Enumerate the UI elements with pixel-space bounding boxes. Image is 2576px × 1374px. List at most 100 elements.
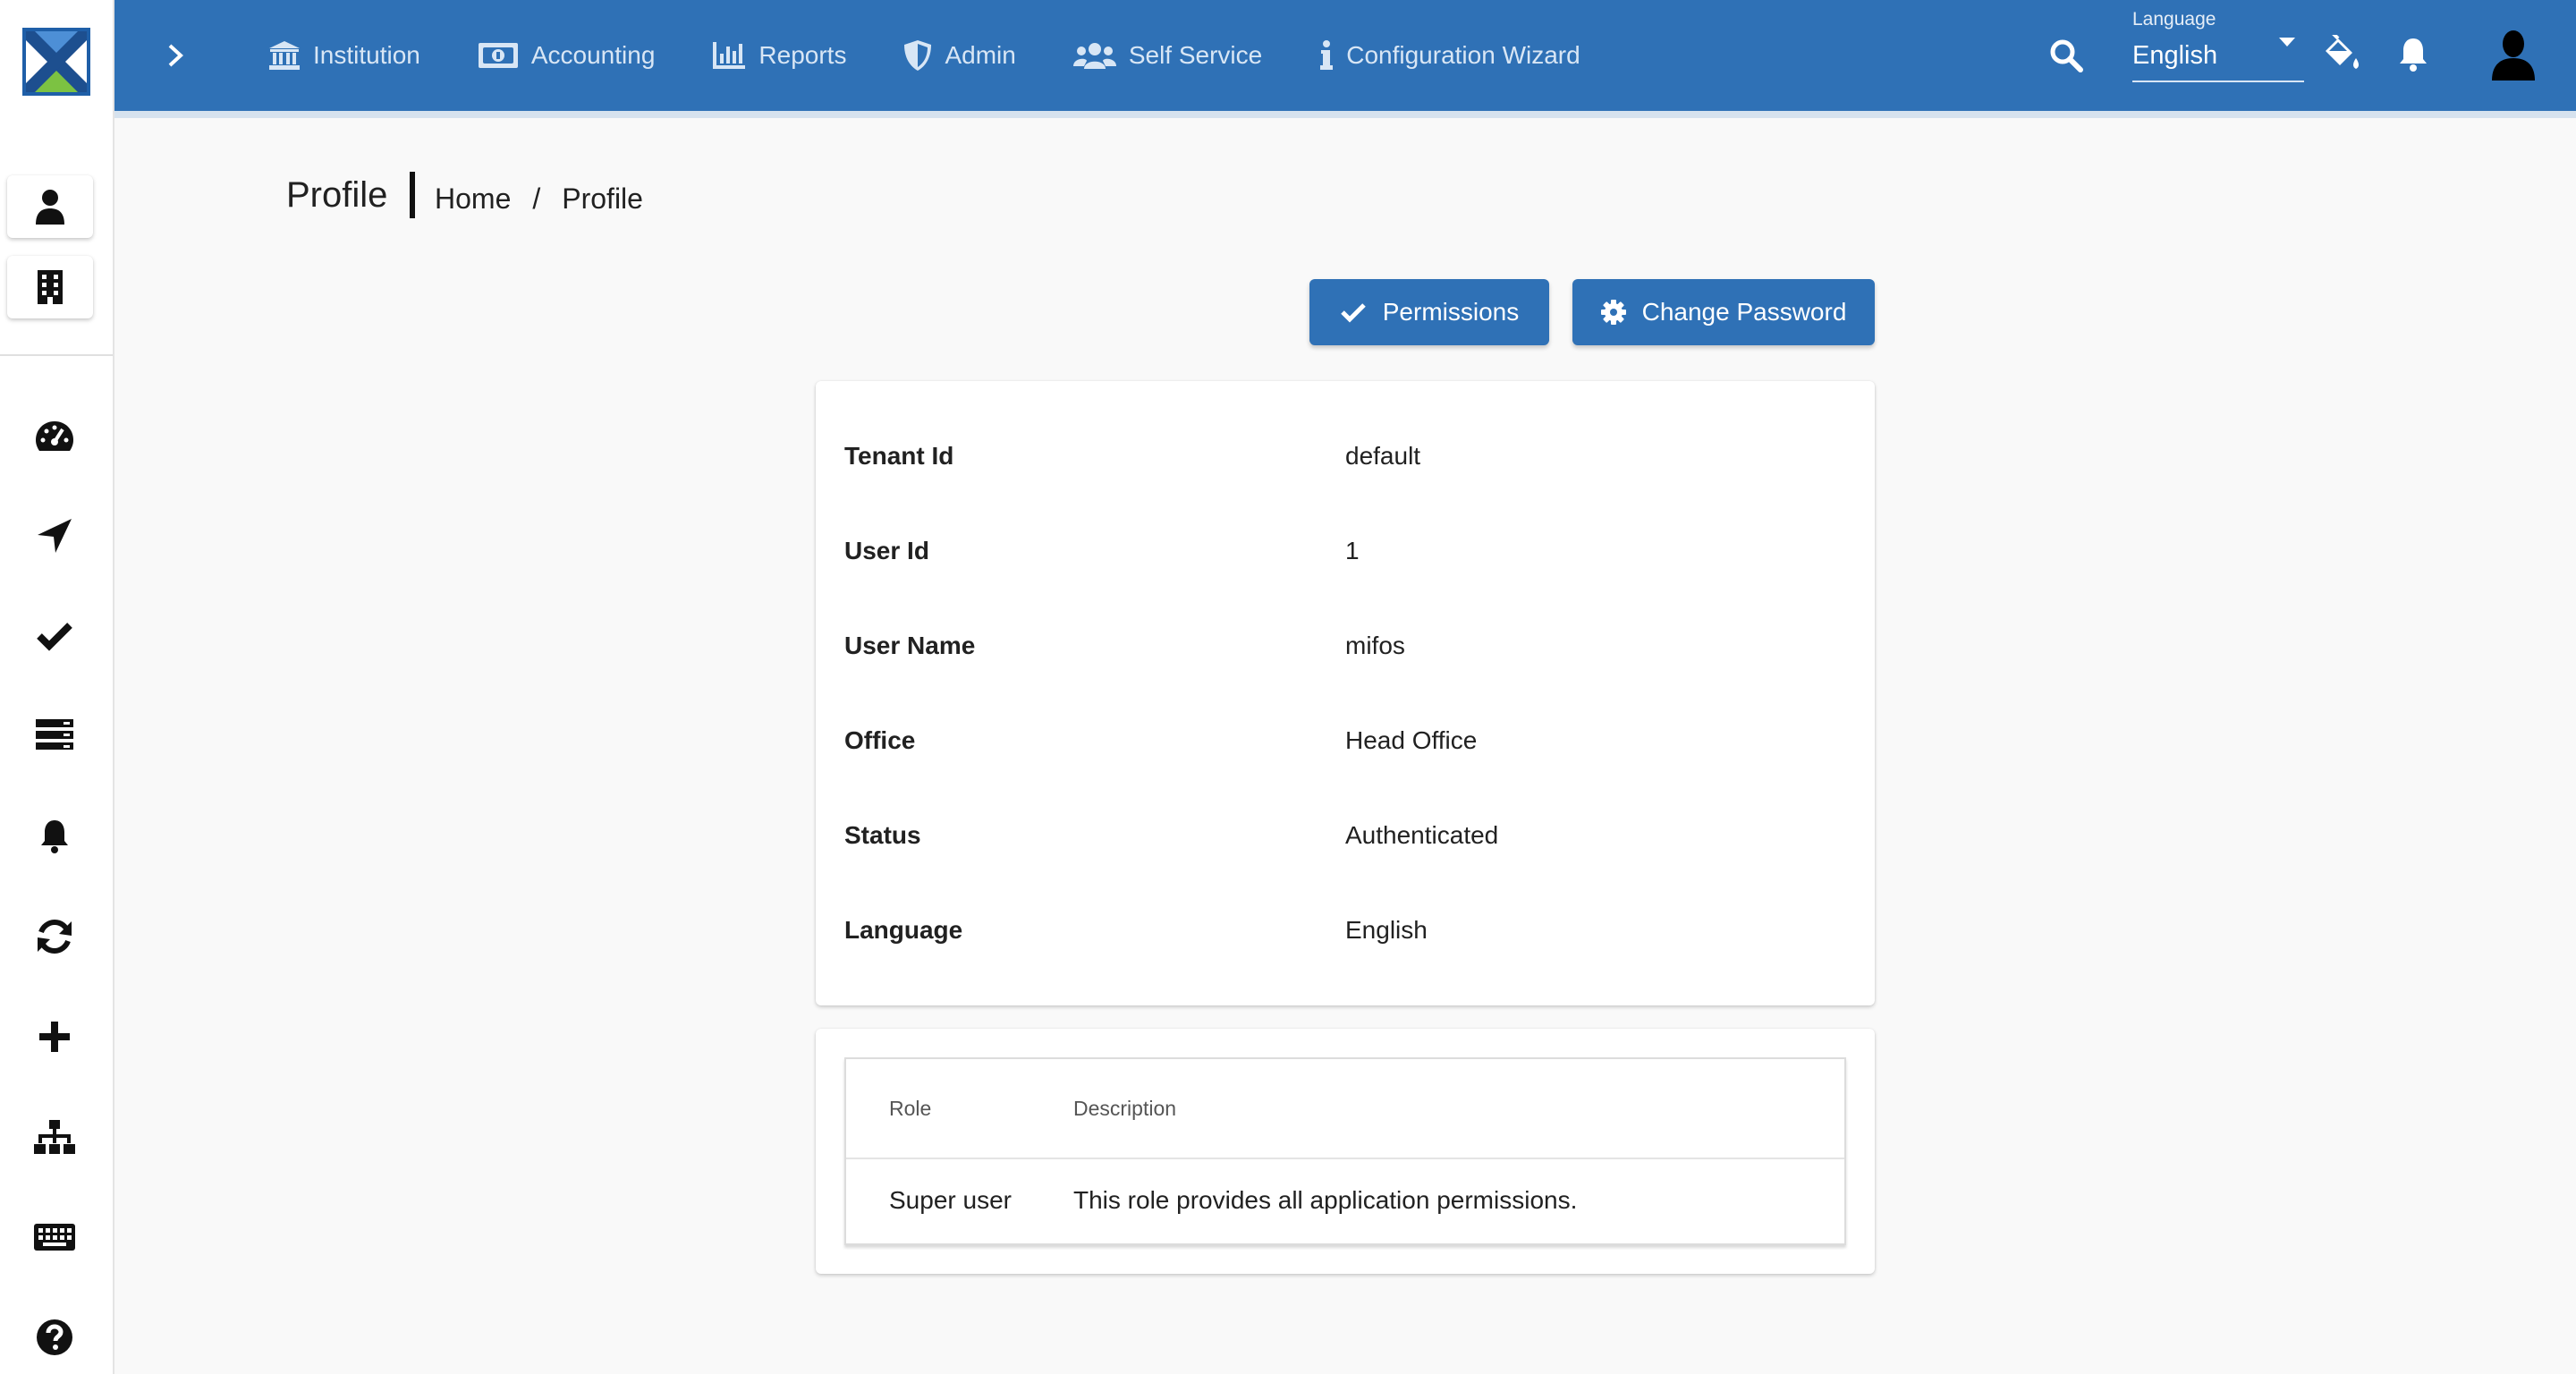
nav-accounting[interactable]: Accounting [478,0,656,111]
shield-icon [904,40,932,71]
sidebar-profile-button[interactable] [7,175,93,238]
change-password-button[interactable]: Change Password [1572,279,1875,345]
nav-accounting-label: Accounting [530,41,656,69]
language-select[interactable]: Language English [2132,9,2304,82]
dashboard-gauge-icon [36,421,73,451]
nav-configuration-wizard[interactable]: Configuration Wizard [1319,0,1580,111]
sidebar-navigation[interactable] [21,503,88,569]
sidebar-checker-inbox[interactable] [21,603,88,669]
main-nav: Institution Accounting Reports Admin Sel… [268,0,1638,111]
notifications-button[interactable] [2394,34,2433,75]
chevron-right-icon [168,44,183,67]
search-button[interactable] [2045,34,2088,77]
language-select-value: English [2132,41,2218,70]
theme-button[interactable] [2318,32,2363,77]
breadcrumb: Home / Profile [435,182,643,216]
profile-row-status: Status Authenticated [844,821,1846,866]
sidebar [0,123,114,1374]
expand-sidebar-button[interactable] [150,30,200,81]
sidebar-office-button[interactable] [7,256,93,318]
change-password-button-label: Change Password [1641,298,1847,326]
profile-key: User Name [844,632,976,659]
search-icon [2050,39,2083,72]
profile-row-user-id: User Id 1 [844,537,1846,581]
profile-details-card: Tenant Id default User Id 1 User Name mi… [816,381,1875,1005]
sitemap-icon [34,1120,75,1154]
info-icon [1320,40,1334,70]
app-logo[interactable] [0,0,114,123]
mifos-logo-icon [22,28,90,96]
paint-bucket-icon [2326,35,2359,69]
keyboard-icon [34,1224,75,1251]
nav-configuration-wizard-label: Configuration Wizard [1346,41,1580,69]
check-icon [1340,303,1366,323]
profile-value: 1 [1345,537,1360,564]
bell-icon [2400,38,2427,72]
profile-row-language: Language English [844,916,1846,961]
profile-key: User Id [844,537,929,564]
profile-value: Head Office [1345,726,1478,754]
user-avatar-icon [2492,30,2535,81]
roles-card: Role Description Super user This role pr… [816,1029,1875,1274]
profile-row-user-name: User Name mifos [844,632,1846,676]
location-arrow-icon [38,519,72,553]
nav-self-service[interactable]: Self Service [1072,0,1263,111]
bank-icon [269,41,300,70]
profile-value: Authenticated [1345,821,1499,849]
nav-admin-label: Admin [945,41,1016,69]
page-title: Profile [286,175,388,215]
profile-value: mifos [1345,632,1405,659]
column-header-description: Description [1073,1097,1177,1120]
title-separator [410,172,415,218]
server-list-icon [36,719,73,750]
question-circle-icon [37,1319,72,1355]
sidebar-organization[interactable] [21,1104,88,1170]
description-cell: This role provides all application permi… [1073,1186,1578,1214]
sync-icon [38,919,72,954]
sidebar-refresh[interactable] [21,903,88,970]
check-icon [37,623,72,651]
profile-key: Language [844,916,963,944]
sidebar-notifications[interactable] [21,803,88,869]
role-cell: Super user [889,1186,1012,1214]
gear-icon [1600,300,1626,325]
profile-key: Office [844,726,916,754]
permissions-button[interactable]: Permissions [1309,279,1549,345]
nav-admin[interactable]: Admin [903,0,1016,111]
nav-institution-label: Institution [313,41,420,69]
dropdown-caret-icon [2279,38,2295,47]
roles-table: Role Description Super user This role pr… [844,1057,1846,1245]
navbar-progress-strip [114,111,2576,118]
nav-self-service-label: Self Service [1128,41,1263,69]
breadcrumb-current: Profile [562,182,643,215]
plus-icon [39,1022,70,1052]
users-icon [1072,43,1116,69]
breadcrumb-separator: / [532,182,541,215]
column-header-role: Role [889,1097,932,1120]
sidebar-dashboard[interactable] [21,403,88,469]
profile-key: Status [844,821,921,849]
user-menu-button[interactable] [2488,27,2538,82]
sidebar-divider [0,354,113,356]
language-select-label: Language [2132,9,2216,30]
nav-reports[interactable]: Reports [712,0,846,111]
money-icon [478,43,518,68]
bell-icon [41,820,68,853]
sidebar-create[interactable] [21,1004,88,1070]
profile-value: default [1345,442,1421,470]
profile-row-office: Office Head Office [844,726,1846,771]
building-icon [38,270,63,304]
permissions-button-label: Permissions [1382,298,1520,326]
profile-row-tenant-id: Tenant Id default [844,442,1846,487]
sidebar-tasks[interactable] [21,701,88,768]
profile-key: Tenant Id [844,442,954,470]
sidebar-keyboard-shortcuts[interactable] [21,1204,88,1270]
sidebar-help[interactable] [21,1304,88,1370]
user-icon [36,190,64,225]
nav-institution[interactable]: Institution [268,0,420,111]
profile-value: English [1345,916,1428,944]
nav-reports-label: Reports [758,41,847,69]
chart-icon [713,42,746,69]
table-header-divider [846,1158,1844,1159]
breadcrumb-home-link[interactable]: Home [435,182,511,216]
